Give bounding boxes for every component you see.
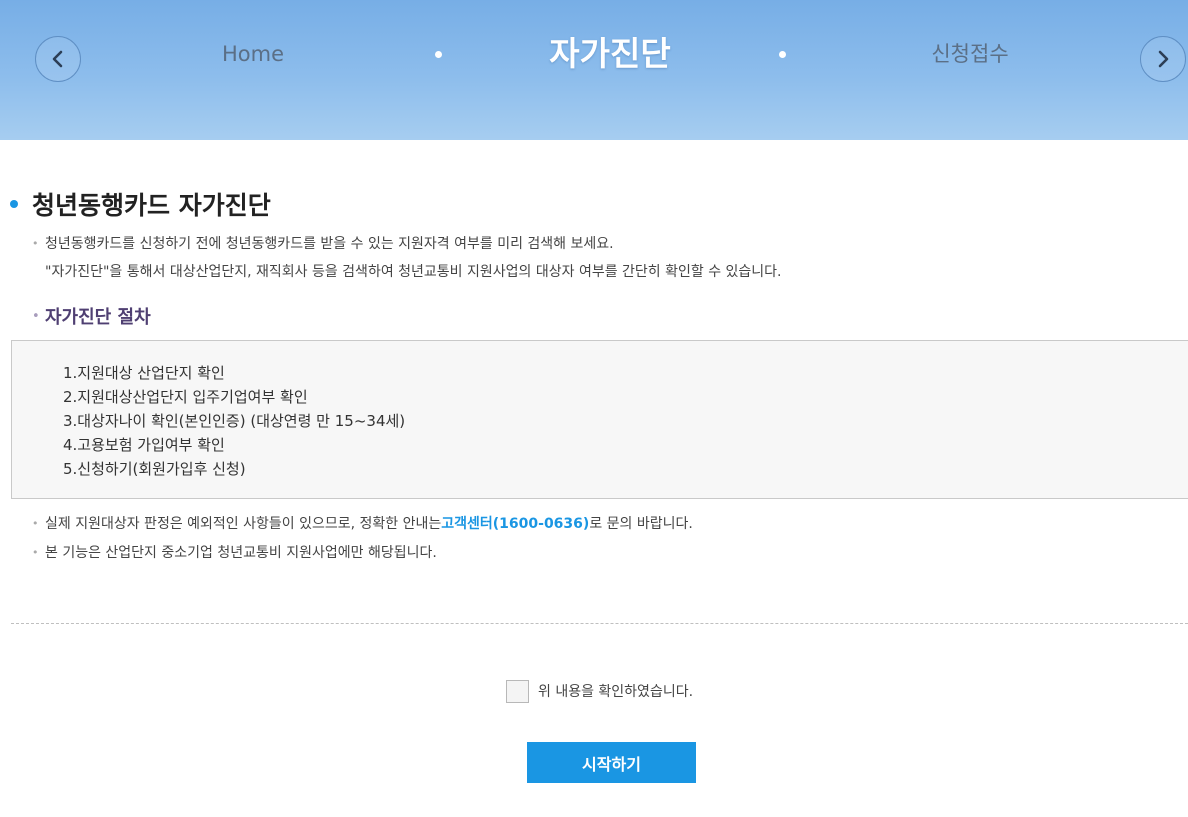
procedure-step: 1.지원대상 산업단지 확인 bbox=[63, 364, 225, 382]
note-line: • 본 기능은 산업단지 중소기업 청년교통비 지원사업에만 해당됩니다. bbox=[32, 542, 693, 571]
procedure-step: 5.신청하기(회원가입후 신청) bbox=[63, 460, 246, 478]
note-text: 본 기능은 산업단지 중소기업 청년교통비 지원사업에만 해당됩니다. bbox=[45, 545, 437, 561]
section-divider bbox=[11, 623, 1188, 624]
prev-arrow-button[interactable] bbox=[35, 36, 81, 82]
customer-center-link[interactable]: 고객센터(1600-0636) bbox=[441, 513, 589, 542]
description-text: 청년동행카드를 신청하기 전에 청년동행카드를 받을 수 있는 지원자격 여부를… bbox=[45, 236, 614, 252]
title-bullet-icon bbox=[10, 200, 18, 208]
confirm-checkbox[interactable] bbox=[506, 679, 529, 703]
description-line: "자가진단"을 통해서 대상산업단지, 재직회사 등을 검색하여 청년교통비 지… bbox=[32, 261, 782, 289]
description: • 청년동행카드를 신청하기 전에 청년동행카드를 받을 수 있는 지원자격 여… bbox=[32, 233, 782, 289]
procedure-steps-box: 1.지원대상 산업단지 확인 2.지원대상산업단지 입주기업여부 확인 3.대상… bbox=[11, 340, 1188, 499]
procedure-step: 3.대상자나이 확인(본인인증) (대상연령 만 15~34세) bbox=[63, 412, 406, 430]
bullet-icon: • bbox=[32, 517, 39, 530]
page-title: 청년동행카드 자가진단 bbox=[32, 191, 271, 220]
nav-current-title: 자가진단 bbox=[549, 34, 671, 73]
note-text: 실제 지원대상자 판정은 예외적인 사항들이 있으므로, 정확한 안내는 bbox=[45, 516, 442, 532]
description-text: "자가진단"을 통해서 대상산업단지, 재직회사 등을 검색하여 청년교통비 지… bbox=[45, 264, 782, 280]
confirm-checkbox-row[interactable]: 위 내용을 확인하였습니다. bbox=[506, 678, 693, 704]
nav-separator-dot bbox=[779, 51, 786, 58]
header-banner: Home 자가진단 신청접수 bbox=[0, 0, 1188, 140]
notes: • 실제 지원대상자 판정은 예외적인 사항들이 있으므로, 정확한 안내는 고… bbox=[32, 513, 693, 571]
procedure-step: 2.지원대상산업단지 입주기업여부 확인 bbox=[63, 388, 308, 406]
nav-home-link[interactable]: Home bbox=[198, 34, 308, 74]
confirm-label[interactable]: 위 내용을 확인하였습니다. bbox=[538, 681, 693, 701]
nav-apply-link[interactable]: 신청접수 bbox=[900, 34, 1040, 74]
procedure-title: 자가진단 절차 bbox=[45, 307, 151, 328]
start-button[interactable]: 시작하기 bbox=[527, 742, 696, 783]
bullet-icon: • bbox=[32, 308, 40, 324]
chevron-left-icon bbox=[52, 50, 63, 68]
description-line: • 청년동행카드를 신청하기 전에 청년동행카드를 받을 수 있는 지원자격 여… bbox=[32, 233, 782, 261]
note-text: 로 문의 바랍니다. bbox=[589, 516, 693, 532]
bullet-icon: • bbox=[32, 237, 39, 250]
bullet-icon: • bbox=[32, 546, 39, 559]
next-arrow-button[interactable] bbox=[1140, 36, 1186, 82]
page-title-row: 청년동행카드 자가진단 bbox=[10, 184, 271, 224]
chevron-right-icon bbox=[1158, 50, 1169, 68]
nav-separator-dot bbox=[435, 51, 442, 58]
procedure-title-row: • 자가진단 절차 bbox=[32, 302, 151, 330]
note-line: • 실제 지원대상자 판정은 예외적인 사항들이 있으므로, 정확한 안내는 고… bbox=[32, 513, 693, 542]
procedure-step: 4.고용보험 가입여부 확인 bbox=[63, 436, 225, 454]
